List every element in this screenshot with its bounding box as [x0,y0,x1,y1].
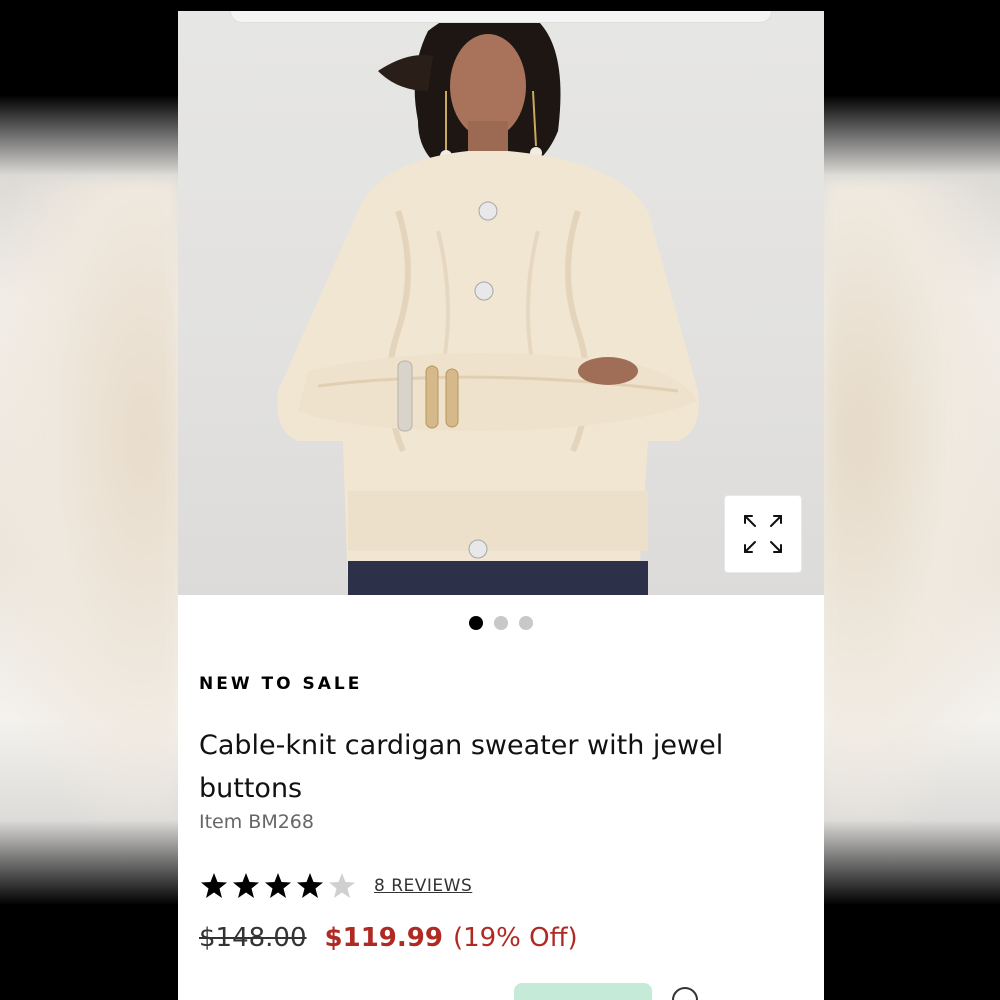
product-image[interactable] [178,11,824,595]
gallery-dot-1[interactable] [469,616,483,630]
star-filled-icon [201,873,227,898]
gallery-pagination [178,616,824,630]
star-filled-icon [233,873,259,898]
partial-info-icon[interactable] [672,987,698,1000]
star-empty-icon [329,873,355,898]
reviews-link[interactable]: 8 REVIEWS [374,876,472,896]
star-rating [199,871,359,901]
sale-badge: NEW TO SALE [199,674,363,694]
blurred-side-left [0,180,178,820]
blurred-side-right [824,180,1000,820]
expand-icon [744,515,782,553]
sale-price: $119.99 [324,923,443,953]
gallery-dot-2[interactable] [494,616,508,630]
item-number: Item BM268 [199,811,314,833]
original-price: $148.00 [199,923,307,953]
star-filled-icon [297,873,323,898]
partial-button[interactable] [514,983,652,1000]
discount-percent: (19% Off) [452,923,578,953]
product-title: Cable-knit cardigan sweater with jewel b… [199,730,724,804]
price-row: $148.00 $119.99 (19% Off) [199,923,578,953]
top-bar-pill [230,11,772,23]
product-card: NEW TO SALE Cable-knit cardigan sweater … [178,11,824,1000]
star-filled-icon [265,873,291,898]
zoom-button[interactable] [725,496,801,572]
gallery-dot-3[interactable] [519,616,533,630]
rating-row: 8 REVIEWS [199,869,472,903]
